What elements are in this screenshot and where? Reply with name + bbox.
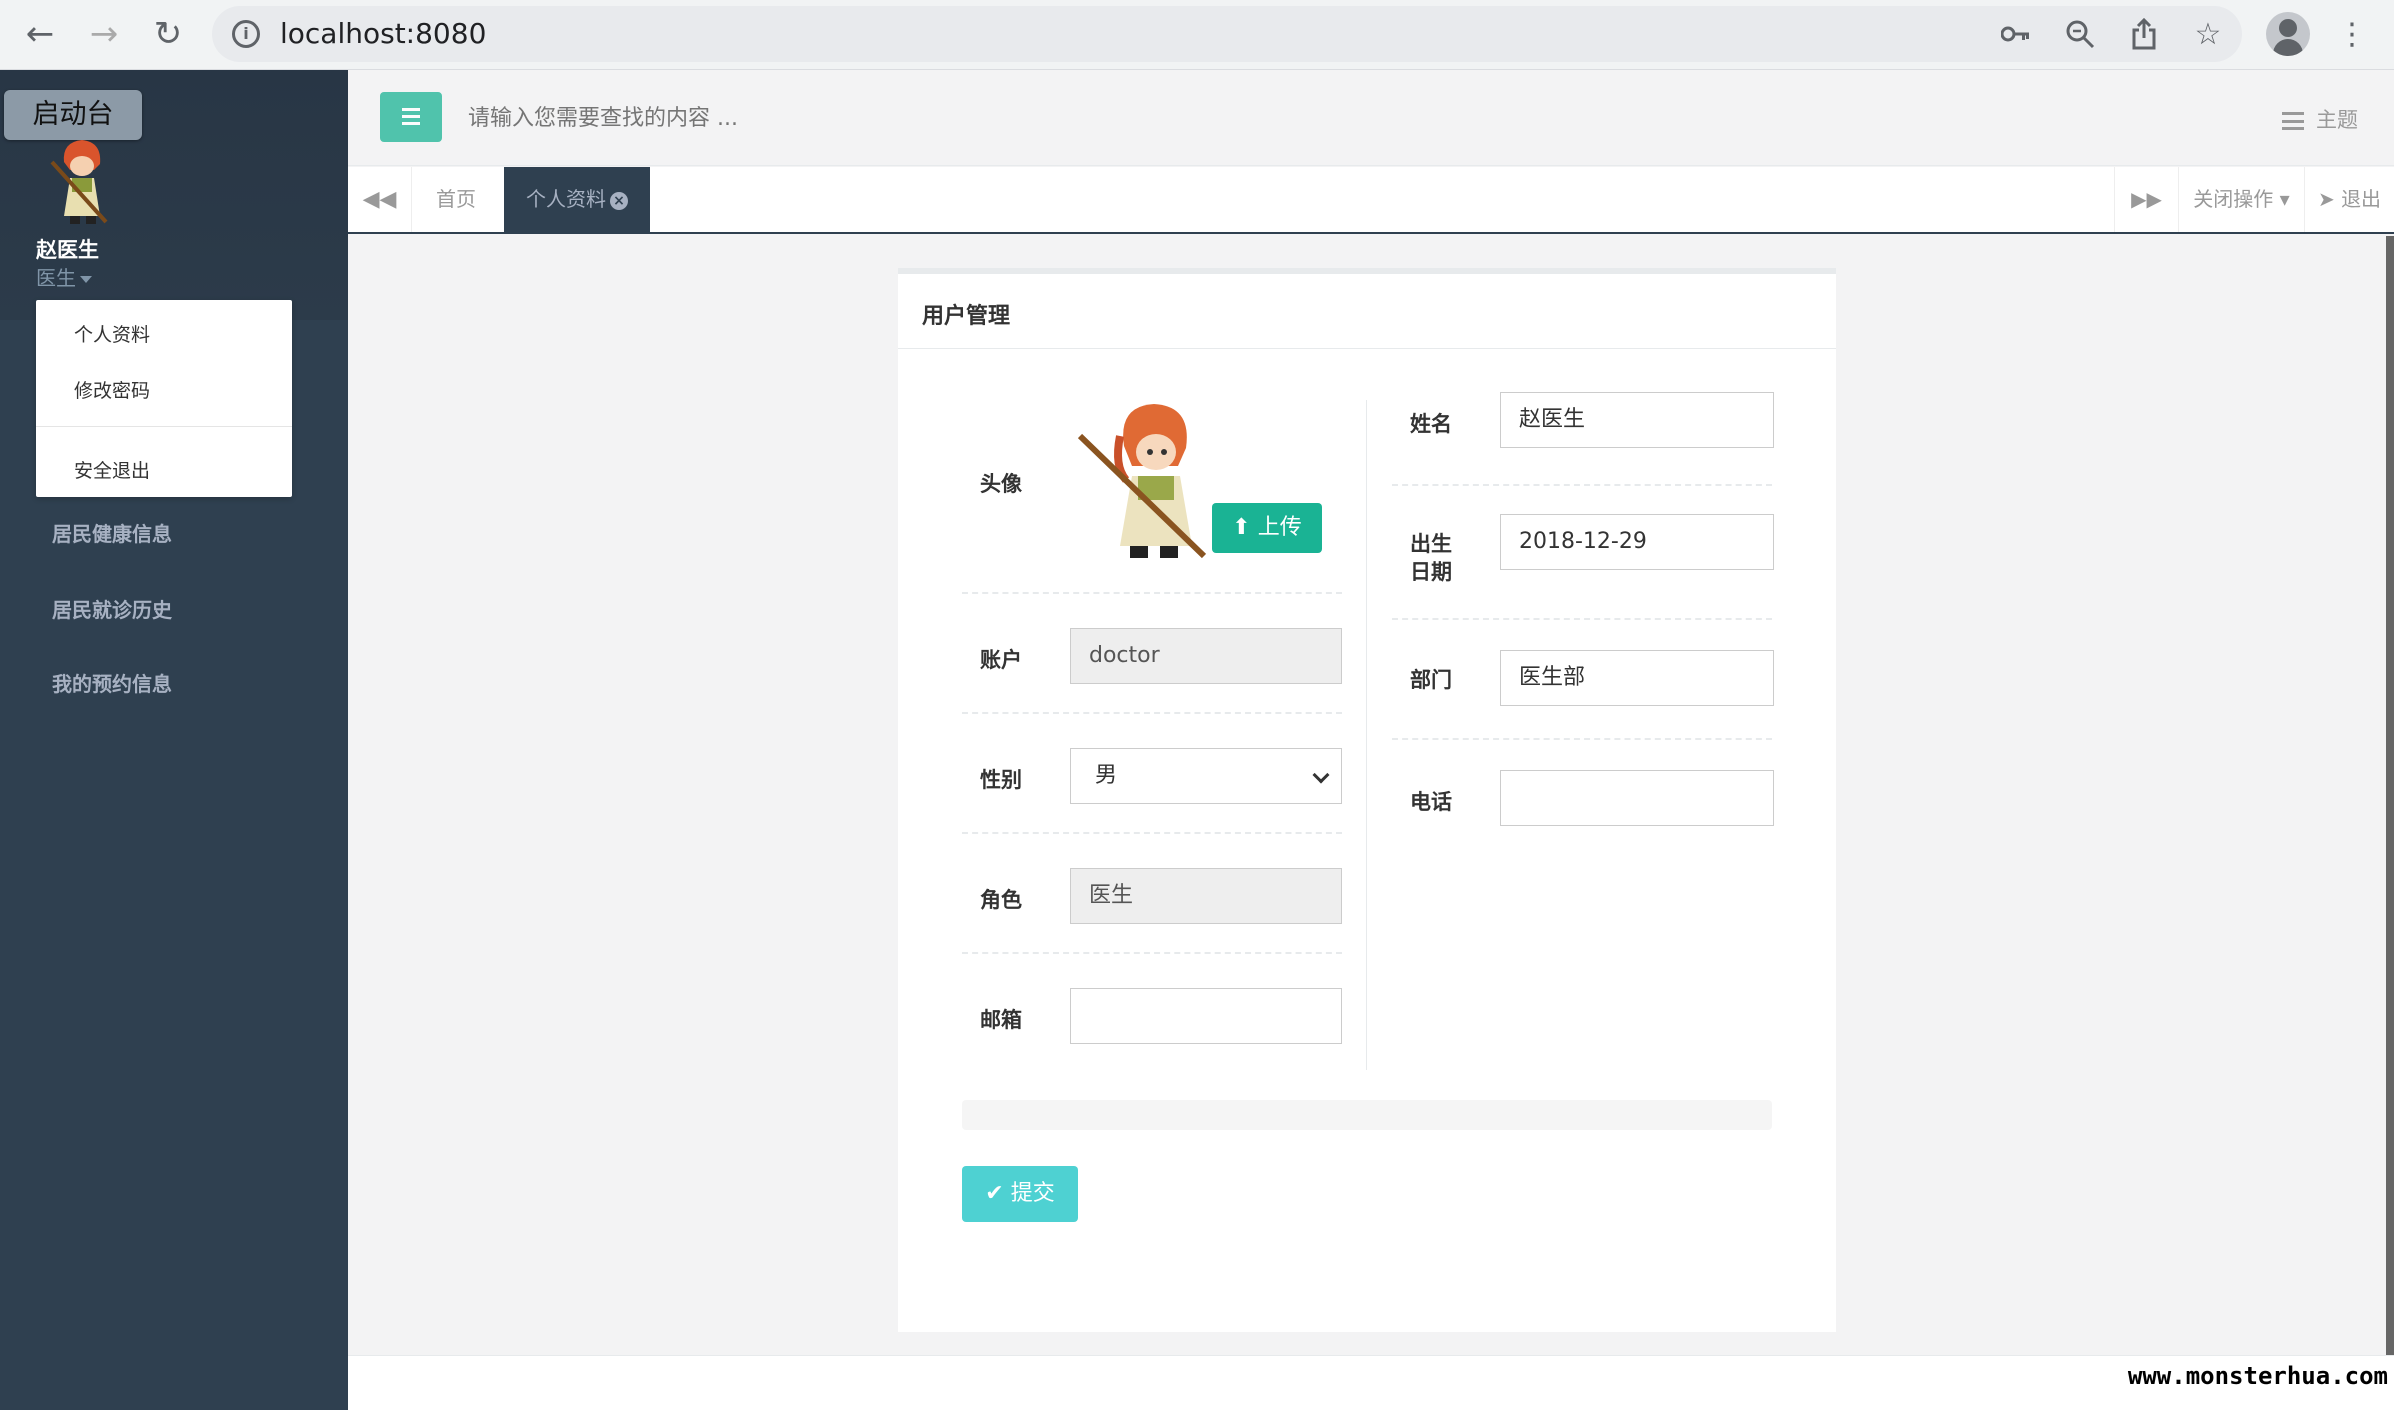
watermark: www.monsterhua.com xyxy=(2127,1362,2388,1390)
sidebar-item-appointments[interactable]: 我的预约信息 xyxy=(52,668,172,697)
logout-icon: ➤ xyxy=(2317,187,2335,211)
department-input[interactable]: 医生部 xyxy=(1500,650,1774,706)
share-icon[interactable] xyxy=(2124,14,2164,54)
avatar-label: 头像 xyxy=(980,472,1022,496)
birth-label-line2: 日期 xyxy=(1410,560,1452,584)
theme-icon xyxy=(2282,112,2304,130)
name-label: 姓名 xyxy=(1410,412,1452,436)
row-divider xyxy=(962,832,1342,834)
tab-profile[interactable]: 个人资料 × xyxy=(504,167,650,232)
key-icon[interactable] xyxy=(1996,14,2036,54)
name-input[interactable]: 赵医生 xyxy=(1500,392,1774,448)
panel-title: 用户管理 xyxy=(922,304,1011,329)
logout-label: 退出 xyxy=(2341,187,2382,211)
tabs-scroll-right-icon[interactable]: ▶▶ xyxy=(2114,167,2178,232)
hamburger-icon-line xyxy=(402,122,420,125)
tab-profile-label: 个人资料 xyxy=(526,187,606,211)
address-bar[interactable]: i localhost:8080 xyxy=(212,6,2242,62)
upload-progress-bar xyxy=(962,1100,1772,1130)
chevron-down-icon xyxy=(1312,766,1330,784)
sidebar-item-visit-history[interactable]: 居民就诊历史 xyxy=(52,594,172,623)
row-divider xyxy=(962,592,1342,594)
top-navbar: 主题 xyxy=(348,70,2394,166)
profile-icon[interactable] xyxy=(2266,12,2310,56)
star-icon[interactable]: ☆ xyxy=(2188,14,2228,54)
more-icon[interactable]: ⋮ xyxy=(2332,14,2372,54)
gender-value: 男 xyxy=(1095,763,1118,788)
role-input[interactable]: 医生 xyxy=(1070,868,1342,924)
tabs-scroll-left-icon[interactable]: ◀◀ xyxy=(348,167,412,232)
upload-label: 上传 xyxy=(1257,515,1302,540)
check-icon: ✔ xyxy=(985,1181,1004,1206)
department-label: 部门 xyxy=(1410,668,1452,692)
tab-logout-button[interactable]: ➤ 退出 xyxy=(2304,167,2394,232)
dropdown-divider xyxy=(36,426,292,427)
theme-label: 主题 xyxy=(2316,108,2358,132)
upload-avatar-button[interactable]: ⬆ 上传 xyxy=(1212,503,1322,553)
theme-button[interactable]: 主题 xyxy=(2282,104,2358,134)
info-icon[interactable]: i xyxy=(232,20,260,48)
user-dropdown-menu: 个人资料 修改密码 安全退出 xyxy=(36,300,292,497)
tab-home[interactable]: 首页 xyxy=(436,167,476,232)
row-divider xyxy=(1392,618,1772,620)
content-scrollbar[interactable] xyxy=(2386,236,2394,1355)
row-divider xyxy=(1392,484,1772,486)
birth-date-input[interactable]: 2018-12-29 xyxy=(1500,514,1774,570)
row-divider xyxy=(1392,738,1772,740)
user-management-panel: 用户管理 头像 ⬆ 上传 账户 doctor 性别 男 角色 医生 邮箱 姓名 … xyxy=(898,268,1836,1332)
close-operations-label: 关闭操作 xyxy=(2193,187,2274,211)
back-arrow-icon[interactable]: ← xyxy=(16,10,64,58)
panel-divider xyxy=(898,348,1836,349)
submit-label: 提交 xyxy=(1010,1181,1055,1206)
role-label: 角色 xyxy=(980,888,1022,912)
phone-label: 电话 xyxy=(1410,790,1452,814)
close-operations-dropdown[interactable]: 关闭操作 ▾ xyxy=(2178,167,2304,232)
account-label: 账户 xyxy=(980,648,1022,672)
phone-input[interactable] xyxy=(1500,770,1774,826)
reload-icon[interactable]: ↻ xyxy=(144,10,192,58)
gender-select[interactable]: 男 xyxy=(1070,748,1342,804)
sidebar-user-name: 赵医生 xyxy=(36,238,99,262)
search-input[interactable] xyxy=(468,98,1368,138)
hamburger-icon-line xyxy=(402,115,420,118)
footer xyxy=(348,1355,2394,1410)
profile-avatar-image xyxy=(1077,404,1207,559)
sidebar-role-text: 医生 xyxy=(36,266,76,290)
tab-close-icon[interactable]: × xyxy=(610,191,628,210)
url-text[interactable]: localhost:8080 xyxy=(280,17,486,50)
sidebar-item-health-info[interactable]: 居民健康信息 xyxy=(52,518,172,547)
account-input[interactable]: doctor xyxy=(1070,628,1342,684)
page-tabs-bar: ◀◀ 首页 个人资料 × ▶▶ 关闭操作 ▾ ➤ 退出 xyxy=(348,167,2394,234)
sidebar-user-role[interactable]: 医生 xyxy=(36,262,92,291)
row-divider xyxy=(962,712,1342,714)
zoom-icon[interactable] xyxy=(2060,14,2100,54)
email-input[interactable] xyxy=(1070,988,1342,1044)
upload-icon: ⬆ xyxy=(1232,515,1251,540)
birth-label-line1: 出生 xyxy=(1410,532,1452,556)
row-divider xyxy=(962,952,1342,954)
caret-down-icon xyxy=(80,276,92,283)
submit-button[interactable]: ✔ 提交 xyxy=(962,1166,1078,1222)
forward-arrow-icon[interactable]: → xyxy=(80,10,128,58)
browser-toolbar: ← → ↻ i localhost:8080 ☆ ⋮ xyxy=(0,0,2394,70)
sidebar-avatar[interactable] xyxy=(42,132,122,228)
dropdown-item-change-password[interactable]: 修改密码 xyxy=(74,376,150,403)
hamburger-icon xyxy=(402,108,420,111)
dropdown-item-logout[interactable]: 安全退出 xyxy=(74,456,150,483)
menu-toggle-button[interactable] xyxy=(380,92,442,142)
dropdown-item-profile[interactable]: 个人资料 xyxy=(74,320,150,347)
gender-label: 性别 xyxy=(980,768,1022,792)
sidebar: 启动台 赵医生 医生 个人资料 修改密码 安全退出 居民健康信息 居民就诊历史 … xyxy=(0,70,348,1410)
email-label: 邮箱 xyxy=(980,1008,1022,1032)
column-divider xyxy=(1366,400,1367,1070)
